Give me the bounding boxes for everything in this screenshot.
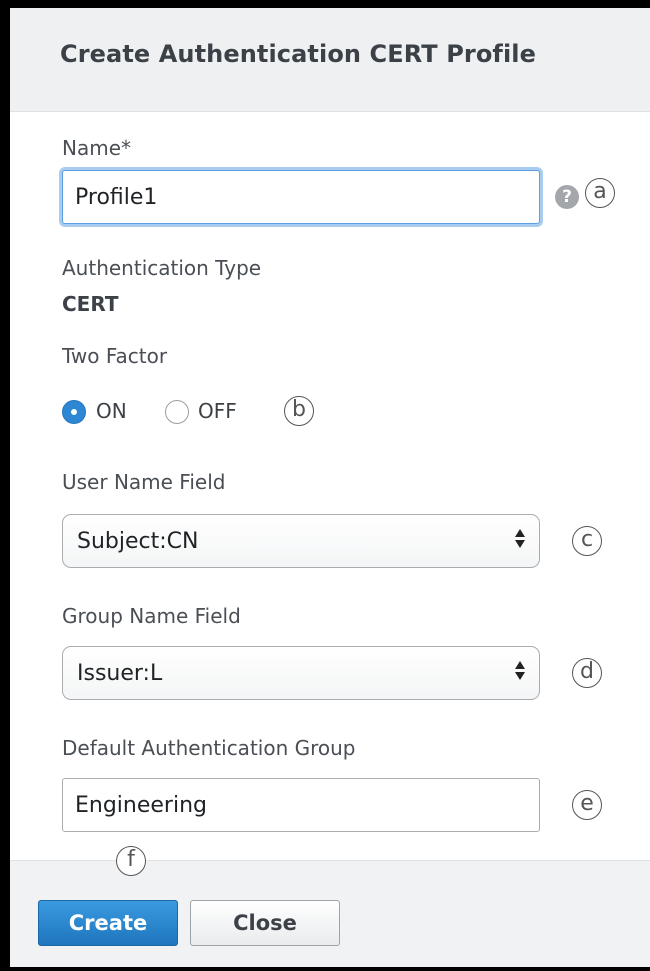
auth-type-value: CERT [62,292,119,316]
close-button[interactable]: Close [190,900,340,946]
name-input[interactable]: Profile1 [62,170,540,224]
callout-d: d [572,658,602,688]
callout-a: a [585,178,615,208]
callout-f: f [116,846,146,876]
radio-off-label[interactable]: OFF [198,399,237,423]
radio-on-label[interactable]: ON [96,399,127,423]
default-auth-group-input[interactable]: Engineering [62,778,540,832]
user-name-field-value: Subject:CN [77,528,199,554]
select-arrows-icon [515,661,525,680]
help-icon[interactable]: ? [555,185,579,209]
create-button[interactable]: Create [38,900,178,946]
callout-e: e [572,790,602,820]
radio-on[interactable] [62,400,86,424]
callout-b: b [284,396,314,426]
group-name-field-value: Issuer:L [77,660,163,686]
dialog-header: Create Authentication CERT Profile [10,8,650,112]
radio-off[interactable] [165,400,189,424]
dialog-frame: Create Authentication CERT Profile Name*… [0,0,650,971]
select-arrows-icon [515,529,525,548]
callout-c: c [572,526,602,556]
dialog-title: Create Authentication CERT Profile [60,40,536,68]
group-name-field-select[interactable]: Issuer:L [62,646,540,700]
auth-type-label: Authentication Type [62,256,262,280]
user-name-field-select[interactable]: Subject:CN [62,514,540,568]
user-name-field-label: User Name Field [62,470,226,494]
default-auth-group-label: Default Authentication Group [62,736,356,760]
name-label: Name* [62,136,132,160]
group-name-field-label: Group Name Field [62,604,241,628]
two-factor-label: Two Factor [62,344,168,368]
